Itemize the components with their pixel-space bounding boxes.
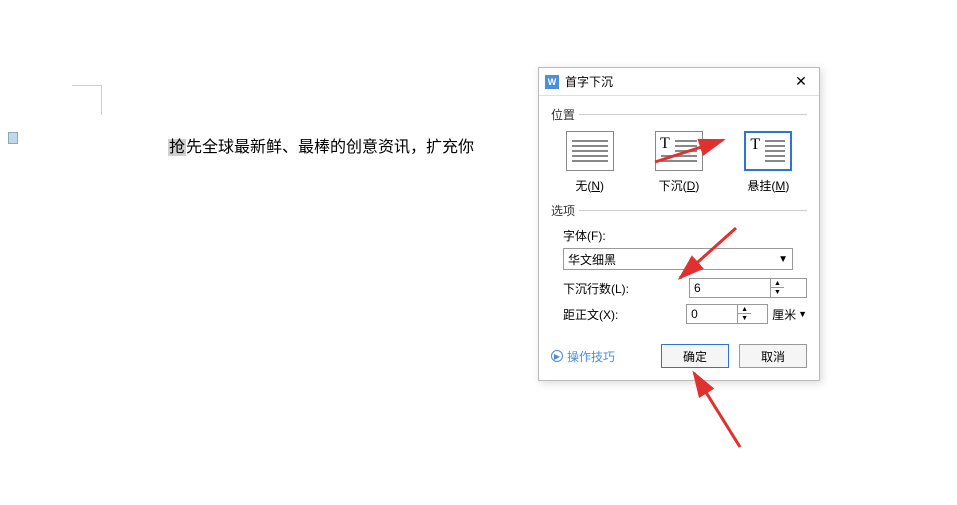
spinner-arrows: ▲ ▼ xyxy=(770,279,784,297)
t-glyph-icon: T xyxy=(750,137,760,153)
page-corner-indicator xyxy=(72,85,102,115)
distance-row: 距正文(X): ▲ ▼ 厘米▼ xyxy=(563,304,807,324)
position-none-preview xyxy=(566,131,614,171)
font-label: 字体(F): xyxy=(563,227,807,244)
dialog-titlebar[interactable]: W 首字下沉 ✕ xyxy=(539,68,819,96)
position-none[interactable]: 无(N) xyxy=(557,131,622,194)
t-glyph-icon: T xyxy=(660,136,670,152)
dropdown-caret-icon: ▼ xyxy=(798,309,807,319)
dialog-content: 位置 无(N) T 下沉(D) xyxy=(539,96,819,380)
position-dropped-preview: T xyxy=(655,131,703,171)
options-legend: 选项 xyxy=(551,202,579,219)
document-body-rest: 先全球最新鲜、最棒的创意资讯，扩充你 xyxy=(186,139,474,156)
position-hanging-label: 悬挂(M) xyxy=(736,177,801,194)
position-hanging-preview: T xyxy=(744,131,792,171)
position-dropped[interactable]: T 下沉(D) xyxy=(646,131,711,194)
dropcap-dialog: W 首字下沉 ✕ 位置 无(N) T 下沉(D) xyxy=(538,67,820,381)
lines-input[interactable] xyxy=(690,281,770,295)
position-hanging[interactable]: T 悬挂(M) xyxy=(736,131,801,194)
spinner-up-icon[interactable]: ▲ xyxy=(771,279,784,288)
font-select[interactable]: 华文细黑 ▼ xyxy=(563,248,793,270)
lines-spinner[interactable]: ▲ ▼ xyxy=(689,278,807,298)
distance-unit-select[interactable]: 厘米▼ xyxy=(772,306,807,323)
play-icon: ▶ xyxy=(551,350,563,362)
cancel-button[interactable]: 取消 xyxy=(739,344,807,368)
position-fieldset: 位置 无(N) T 下沉(D) xyxy=(551,106,807,194)
dialog-button-row: ▶ 操作技巧 确定 取消 xyxy=(551,344,807,368)
lines-label: 下沉行数(L): xyxy=(563,280,653,297)
lines-row: 下沉行数(L): ▲ ▼ xyxy=(563,278,807,298)
position-none-label: 无(N) xyxy=(557,177,622,194)
distance-label: 距正文(X): xyxy=(563,306,653,323)
close-button[interactable]: ✕ xyxy=(787,71,815,93)
spinner-down-icon[interactable]: ▼ xyxy=(771,288,784,297)
legend-line xyxy=(551,210,807,211)
spinner-up-icon[interactable]: ▲ xyxy=(738,305,751,314)
position-dropped-label: 下沉(D) xyxy=(646,177,711,194)
document-body-text[interactable]: 抢先全球最新鲜、最棒的创意资讯，扩充你 xyxy=(168,133,474,157)
legend-line xyxy=(551,114,807,115)
ok-button[interactable]: 确定 xyxy=(661,344,729,368)
font-select-value: 华文细黑 xyxy=(568,251,616,268)
doc-side-icon xyxy=(8,132,18,144)
tips-label: 操作技巧 xyxy=(567,348,615,365)
distance-spinner[interactable]: ▲ ▼ xyxy=(686,304,768,324)
dialog-title: 首字下沉 xyxy=(565,73,787,90)
options-fieldset: 选项 字体(F): 华文细黑 ▼ 下沉行数(L): ▲ ▼ xyxy=(551,202,807,330)
tips-link[interactable]: ▶ 操作技巧 xyxy=(551,348,651,365)
spinner-arrows: ▲ ▼ xyxy=(737,305,751,323)
position-legend: 位置 xyxy=(551,106,579,123)
dropdown-caret-icon: ▼ xyxy=(778,254,788,265)
position-row: 无(N) T 下沉(D) T 悬挂(M) xyxy=(551,131,807,194)
app-icon: W xyxy=(545,75,559,89)
distance-input[interactable] xyxy=(687,307,737,321)
spinner-down-icon[interactable]: ▼ xyxy=(738,314,751,323)
document-cursor-char: 抢 xyxy=(168,139,186,156)
